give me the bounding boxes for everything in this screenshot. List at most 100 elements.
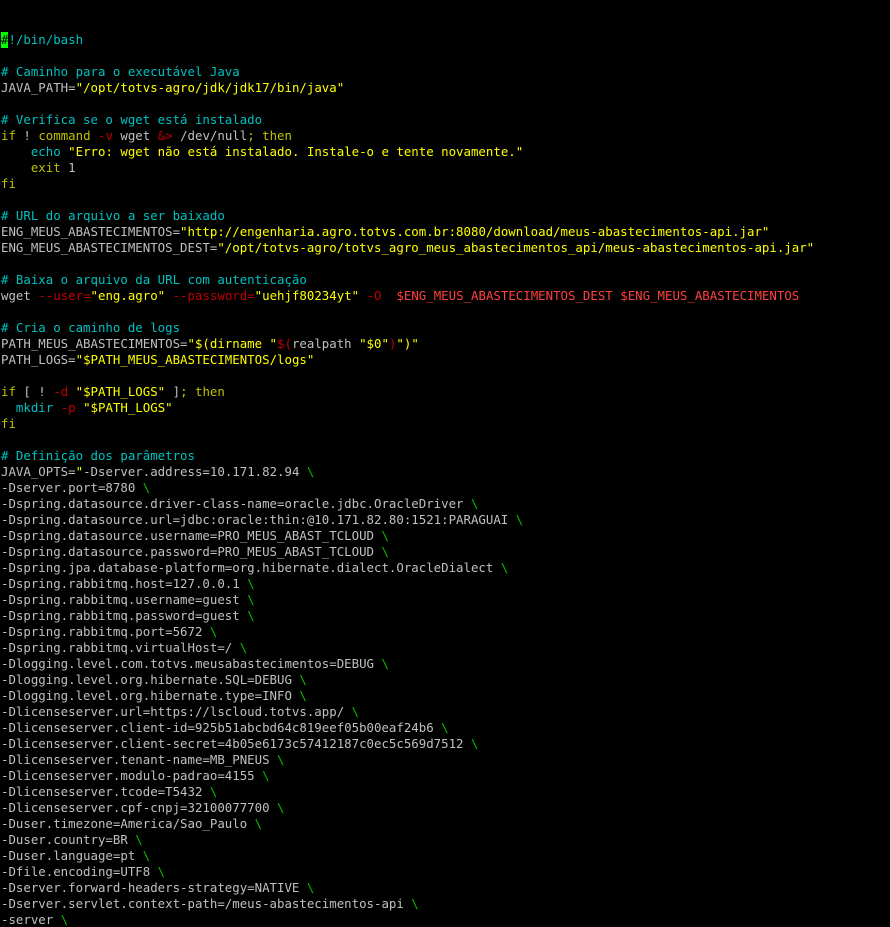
code-line: -Dserver.port=8780 \: [0, 480, 890, 496]
code-text: -Dserver.servlet.context-path=/meus-abas…: [1, 896, 412, 911]
code-comment: # Cria o caminho de logs: [1, 320, 181, 335]
code-text: -server: [1, 912, 61, 927]
code-text: -Dlicenseserver.tcode=T5432: [1, 784, 210, 799]
code-text: -Dlicenseserver.cpf-cnpj=32100077700: [1, 800, 278, 815]
code-text: wget: [1, 288, 39, 303]
line-continuation: \: [381, 528, 389, 543]
code-line: -Dspring.datasource.driver-class-name=or…: [0, 496, 890, 512]
line-continuation: \: [142, 848, 151, 863]
line-continuation: \: [157, 864, 166, 879]
line-continuation: \: [209, 784, 218, 799]
code-text: !: [15, 128, 39, 143]
code-keyword: if: [1, 384, 16, 399]
line-continuation: \: [209, 624, 218, 639]
code-line: -Dfile.encoding=UTF8 \: [0, 864, 890, 880]
code-line: -Dserver.servlet.context-path=/meus-abas…: [0, 896, 890, 912]
line-continuation: \: [351, 704, 360, 719]
line-continuation: \: [411, 896, 419, 911]
code-keyword: command: [38, 128, 91, 143]
code-line: -Dspring.jpa.database-platform=org.hiber…: [0, 560, 890, 576]
code-string: "$(dirname ": [187, 336, 278, 351]
line-continuation: \: [306, 464, 315, 479]
code-keyword: exit: [30, 160, 61, 175]
code-keyword: fi: [1, 416, 16, 431]
code-line: PATH_LOGS="$PATH_MEUS_ABASTECIMENTOS/log…: [0, 352, 890, 368]
code-line: # Cria o caminho de logs: [0, 320, 890, 336]
code-line: -Dlogging.level.org.hibernate.SQL=DEBUG …: [0, 672, 890, 688]
code-text: ENG_MEUS_ABASTECIMENTOS=: [1, 224, 181, 239]
code-comment: # Baixa o arquivo da URL com autenticaçã…: [1, 272, 307, 287]
code-text: -Dlicenseserver.url=https://lscloud.totv…: [1, 704, 352, 719]
code-line: -Dspring.datasource.password=PRO_MEUS_AB…: [0, 544, 890, 560]
code-option: &>: [157, 128, 173, 143]
code-line: PATH_MEUS_ABASTECIMENTOS="$(dirname "$(r…: [0, 336, 890, 352]
code-line: -Dlicenseserver.client-secret=4b05e6173c…: [0, 736, 890, 752]
line-continuation: \: [239, 640, 248, 655]
line-continuation: \: [306, 880, 315, 895]
line-continuation: \: [142, 480, 151, 495]
code-string: "$PATH_MEUS_ABASTECIMENTOS/logs": [75, 352, 315, 367]
code-line: # URL do arquivo a ser baixado: [0, 208, 890, 224]
line-continuation: \: [470, 736, 479, 751]
code-option: -p: [53, 400, 76, 415]
code-line: -Dlicenseserver.modulo-padrao=4155 \: [0, 768, 890, 784]
code-line: -Dspring.datasource.username=PRO_MEUS_AB…: [0, 528, 890, 544]
code-line: if [ ! -d "$PATH_LOGS" ]; then: [0, 384, 890, 400]
code-line: -Dspring.rabbitmq.host=127.0.0.1 \: [0, 576, 890, 592]
code-text: PATH_MEUS_ABASTECIMENTOS=: [1, 336, 188, 351]
code-string: "http://engenharia.agro.totvs.com.br:808…: [180, 224, 770, 239]
code-text: -Dlogging.level.org.hibernate.type=INFO: [1, 688, 300, 703]
line-continuation: \: [277, 800, 285, 815]
code-text: -Dlicenseserver.client-id=925b51abcbd64c…: [1, 720, 442, 735]
code-text: -Dlogging.level.com.totvs.meusabastecime…: [1, 656, 382, 671]
code-text: -Dspring.rabbitmq.port=5672: [1, 624, 210, 639]
code-command: mkdir: [15, 400, 54, 415]
code-line: if ! command -v wget &> /dev/null; then: [0, 128, 890, 144]
code-line: fi: [0, 416, 890, 432]
code-keyword: fi: [1, 176, 16, 191]
code-text: -Dlicenseserver.modulo-padrao=4155: [1, 768, 263, 783]
code-line: JAVA_PATH="/opt/totvs-agro/jdk/jdk17/bin…: [0, 80, 890, 96]
code-line: -Dlicenseserver.tcode=T5432 \: [0, 784, 890, 800]
line-continuation: \: [299, 672, 307, 687]
code-string: "uehjf80234yt": [254, 288, 360, 303]
code-line: # Baixa o arquivo da URL com autenticaçã…: [0, 272, 890, 288]
code-line: -Dlogging.level.com.totvs.meusabastecime…: [0, 656, 890, 672]
code-line: -Dlicenseserver.url=https://lscloud.totv…: [0, 704, 890, 720]
code-shebang: !/bin/bash: [8, 32, 84, 47]
code-line: -Dserver.forward-headers-strategy=NATIVE…: [0, 880, 890, 896]
line-continuation: \: [441, 720, 449, 735]
code-line: -Dlicenseserver.cpf-cnpj=32100077700 \: [0, 800, 890, 816]
code-text: -Dspring.rabbitmq.virtualHost=/: [1, 640, 240, 655]
code-line: mkdir -p "$PATH_LOGS": [0, 400, 890, 416]
code-line: #!/bin/bash: [0, 32, 890, 48]
editor-buffer[interactable]: #!/bin/bash # Caminho para o executável …: [0, 32, 890, 927]
code-line: # Caminho para o executável Java: [0, 64, 890, 80]
terminal-window[interactable]: #!/bin/bash # Caminho para o executável …: [0, 0, 890, 927]
code-text: -Duser.timezone=America/Sao_Paulo: [1, 816, 255, 831]
code-string: "$PATH_LOGS": [83, 400, 173, 415]
line-continuation: \: [500, 560, 509, 575]
line-continuation: \: [247, 576, 255, 591]
code-text: -Dspring.rabbitmq.username=guest: [1, 592, 248, 607]
code-keyword: ; then: [247, 128, 292, 143]
code-line: # Definição dos parâmetros: [0, 448, 890, 464]
code-text: -Dspring.datasource.url=jdbc:oracle:thin…: [1, 512, 516, 527]
code-option: -d: [53, 384, 69, 399]
code-string: "/opt/totvs-agro/jdk/jdk17/bin/java": [75, 80, 345, 95]
code-line: exit 1: [0, 160, 890, 176]
code-text: -Dfile.encoding=UTF8: [1, 864, 158, 879]
line-continuation: \: [247, 608, 255, 623]
code-text: /dev/null: [172, 128, 248, 143]
code-text: -Dspring.datasource.password=PRO_MEUS_AB…: [1, 544, 382, 559]
code-text: -Duser.language=pt: [1, 848, 143, 863]
code-line: -Dlicenseserver.client-id=925b51abcbd64c…: [0, 720, 890, 736]
code-line: ENG_MEUS_ABASTECIMENTOS_DEST="/opt/totvs…: [0, 240, 890, 256]
line-continuation: \: [247, 592, 255, 607]
